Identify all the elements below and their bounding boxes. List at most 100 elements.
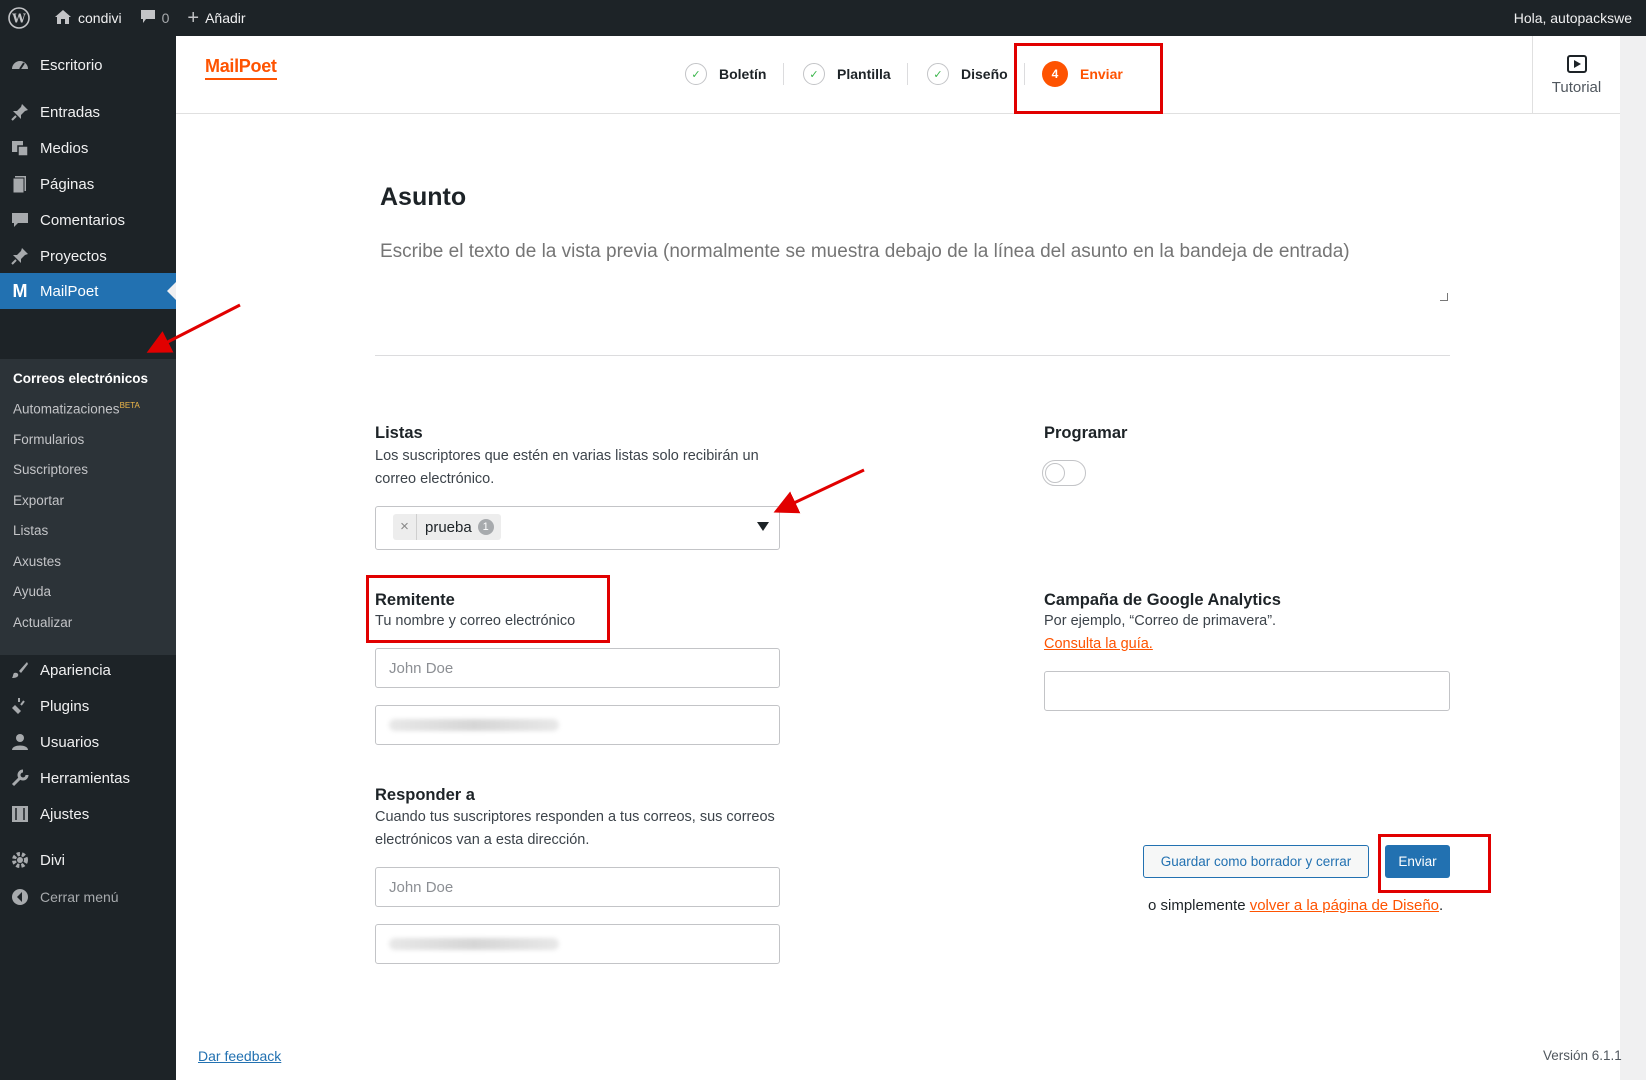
step-label: Diseño xyxy=(961,66,1008,82)
collapse-icon xyxy=(0,887,40,907)
version-text: Versión 6.1.1 xyxy=(1543,1048,1622,1063)
menu-medios[interactable]: Medios xyxy=(0,130,176,166)
submenu-actualizar[interactable]: Actualizar xyxy=(13,615,72,630)
menu-label: Cerrar menú xyxy=(40,889,119,905)
settings-icon xyxy=(0,804,40,824)
comment-icon xyxy=(0,210,40,230)
menu-mailpoet[interactable]: M MailPoet xyxy=(0,273,176,309)
greeting: Hola, autopackswe xyxy=(1513,10,1632,26)
submenu-exportar[interactable]: Exportar xyxy=(13,493,64,508)
menu-comentarios[interactable]: Comentarios xyxy=(0,202,176,238)
beta-badge: BETA xyxy=(119,401,140,410)
mailpoet-logo: MailPoet xyxy=(205,56,277,80)
dashboard-icon xyxy=(0,55,40,75)
preview-text-input[interactable] xyxy=(380,241,1450,305)
menu-label: Divi xyxy=(40,851,65,869)
subject-input[interactable]: Asunto xyxy=(380,183,466,212)
step-divider xyxy=(907,63,908,85)
menu-entradas[interactable]: Entradas xyxy=(0,94,176,130)
submenu-formularios[interactable]: Formularios xyxy=(13,432,84,447)
submenu-correos[interactable]: Correos electrónicos xyxy=(13,371,148,386)
reply-to-label: Responder a xyxy=(375,786,475,804)
menu-divi[interactable]: Divi xyxy=(0,842,176,878)
sender-name-field[interactable]: John Doe xyxy=(375,648,780,688)
menu-paginas[interactable]: Páginas xyxy=(0,166,176,202)
annotation-box-enviar-step xyxy=(1014,43,1163,114)
reply-to-name-field[interactable]: John Doe xyxy=(375,867,780,907)
menu-label: Plugins xyxy=(40,697,90,715)
mailpoet-icon: M xyxy=(12,280,28,301)
my-account-link[interactable]: Hola, autopackswe xyxy=(1514,0,1646,36)
or-text: o simplemente xyxy=(1148,897,1246,914)
period: . xyxy=(1439,897,1444,914)
resize-handle-icon[interactable] xyxy=(1440,293,1448,301)
submenu-label: Listas xyxy=(13,523,49,538)
back-to-design-link[interactable]: volver a la página de Diseño xyxy=(1250,897,1439,914)
chip-count: 1 xyxy=(477,519,494,535)
step-label: Plantilla xyxy=(837,66,891,82)
menu-plugins[interactable]: Plugins xyxy=(0,688,176,724)
menu-label: Proyectos xyxy=(40,247,107,265)
menu-label: Entradas xyxy=(40,103,101,121)
add-new-link[interactable]: + Añadir xyxy=(178,0,254,36)
menu-ajustes[interactable]: Ajustes xyxy=(0,796,176,832)
step-plantilla[interactable]: ✓ Plantilla xyxy=(803,61,891,87)
dropdown-caret-icon[interactable] xyxy=(757,522,769,531)
check-icon: ✓ xyxy=(803,63,825,85)
menu-label: Medios xyxy=(40,139,89,157)
reply-to-description: Cuando tus suscriptores responden a tus … xyxy=(375,809,775,848)
divider xyxy=(375,355,1450,356)
menu-usuarios[interactable]: Usuarios xyxy=(0,724,176,760)
blurred-email xyxy=(389,719,559,731)
step-boletin[interactable]: ✓ Boletín xyxy=(685,61,766,87)
submenu-axustes[interactable]: Axustes xyxy=(13,554,61,569)
lists-description: Los suscriptores que estén en varias lis… xyxy=(375,448,759,487)
svg-text:W: W xyxy=(11,12,26,26)
toggle-knob xyxy=(1045,463,1065,483)
menu-label: Usuarios xyxy=(40,733,100,751)
ga-campaign-field[interactable] xyxy=(1044,671,1450,711)
page-icon xyxy=(0,174,40,194)
check-icon: ✓ xyxy=(685,63,707,85)
menu-label: Páginas xyxy=(40,175,95,193)
sender-name-placeholder: John Doe xyxy=(389,659,454,677)
scrollbar-track xyxy=(1620,36,1646,1080)
wordpress-logo-icon[interactable]: W xyxy=(0,0,39,36)
step-divider xyxy=(783,63,784,85)
menu-herramientas[interactable]: Herramientas xyxy=(0,760,176,796)
annotation-box-send xyxy=(1378,834,1491,893)
remove-chip-icon[interactable]: × xyxy=(393,514,417,540)
mailpoet-submenu: Correos electrónicos AutomatizacionesBET… xyxy=(0,359,176,655)
menu-escritorio[interactable]: Escritorio xyxy=(0,47,176,83)
reply-to-email-field[interactable] xyxy=(375,924,780,964)
gear-icon xyxy=(0,850,40,870)
menu-label: Herramientas xyxy=(40,769,131,787)
comments-link[interactable]: 0 xyxy=(131,0,179,36)
sender-email-field[interactable] xyxy=(375,705,780,745)
menu-proyectos[interactable]: Proyectos xyxy=(0,238,176,274)
tutorial-button[interactable]: Tutorial xyxy=(1532,36,1620,114)
submenu-listas[interactable]: Listas xyxy=(13,523,48,538)
submenu-label: Axustes xyxy=(13,554,62,569)
add-new-label: Añadir xyxy=(205,10,246,26)
submenu-label: Correos electrónicos xyxy=(13,371,149,386)
ga-guide-link[interactable]: Consulta la guía. xyxy=(1044,633,1153,656)
collapse-menu-button[interactable]: Cerrar menú xyxy=(0,879,176,915)
site-name-link[interactable]: condivi xyxy=(45,0,131,36)
save-draft-button[interactable]: Guardar como borrador y cerrar xyxy=(1143,845,1369,878)
schedule-toggle[interactable] xyxy=(1042,460,1086,486)
home-icon xyxy=(54,9,72,28)
submenu-automatizaciones[interactable]: AutomatizacionesBETA xyxy=(13,401,140,417)
submenu-label: Suscriptores xyxy=(13,462,89,477)
feedback-link[interactable]: Dar feedback xyxy=(198,1048,281,1064)
step-diseno[interactable]: ✓ Diseño xyxy=(927,61,1008,87)
media-icon xyxy=(0,138,40,158)
submenu-label: Automatizaciones xyxy=(13,401,120,417)
comments-count: 0 xyxy=(161,10,170,26)
step-label: Boletín xyxy=(719,66,767,82)
menu-apariencia[interactable]: Apariencia xyxy=(0,652,176,688)
admin-bar: W condivi 0 + Añadir Hola, autopackswe xyxy=(0,0,1646,36)
submenu-suscriptores[interactable]: Suscriptores xyxy=(13,462,88,477)
submenu-ayuda[interactable]: Ayuda xyxy=(13,584,51,599)
annotation-box-remitente xyxy=(366,575,610,643)
